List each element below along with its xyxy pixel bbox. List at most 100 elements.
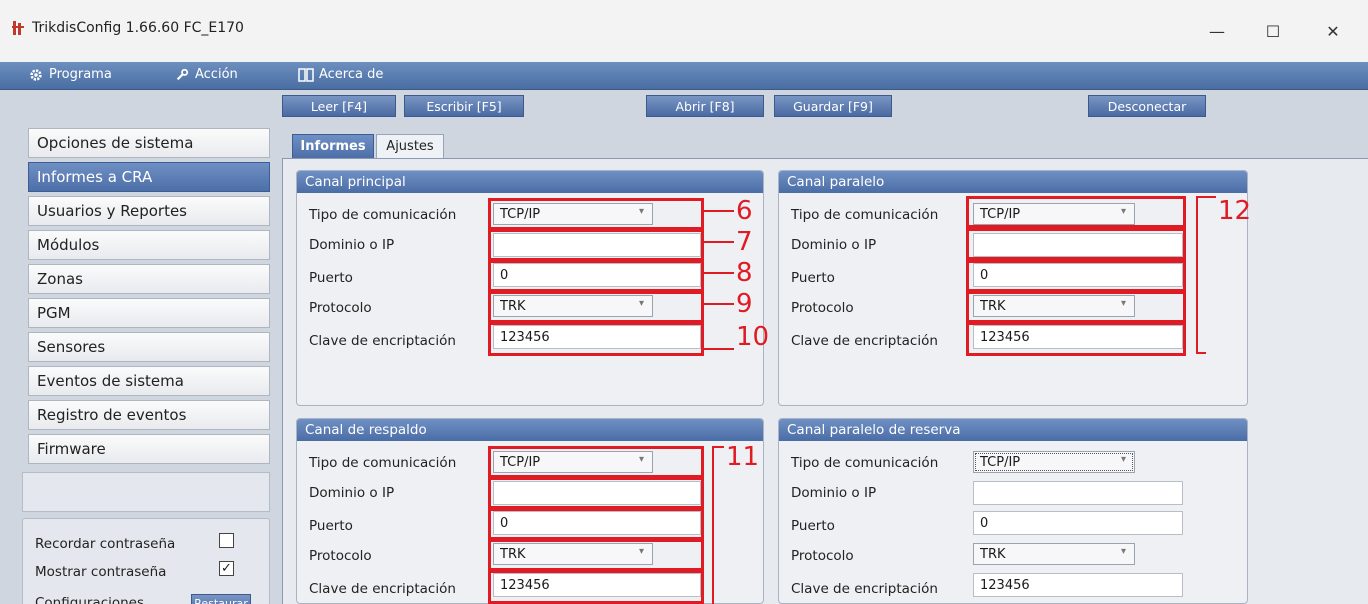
annotation-number-11: 11: [726, 442, 760, 472]
book-icon: [298, 67, 314, 82]
menu-accion-label: Acción: [195, 67, 238, 82]
tipo-value: TCP/IP: [980, 454, 1021, 470]
sidebar-item-zonas[interactable]: Zonas: [28, 264, 270, 294]
guardar-button[interactable]: Guardar [F9]: [774, 95, 892, 117]
puerto-label: Puerto: [309, 518, 353, 534]
dominio-label: Dominio o IP: [309, 485, 395, 501]
tipo-select[interactable]: TCP/IP ▾: [973, 451, 1135, 473]
annotation-box-11a: [488, 446, 704, 478]
clave-label: Clave de encriptación: [791, 581, 938, 597]
sidebar-item-modulos[interactable]: Módulos: [28, 230, 270, 260]
main-area: Leer [F4] Escribir [F5] Abrir [F8] Guard…: [0, 90, 1368, 604]
desconectar-button[interactable]: Desconectar: [1088, 95, 1206, 117]
annotation-leader: [704, 210, 734, 212]
protocolo-label: Protocolo: [791, 300, 854, 316]
menu-accion[interactable]: Acción: [174, 67, 238, 82]
annotation-box-11b: [488, 477, 704, 509]
protocolo-label: Protocolo: [791, 548, 854, 564]
annotation-box-12d: [966, 291, 1186, 323]
dominio-input[interactable]: [973, 481, 1183, 505]
annotation-box-12c: [966, 260, 1186, 292]
minimize-button[interactable]: —: [1194, 14, 1240, 48]
clave-label: Clave de encriptación: [309, 581, 456, 597]
puerto-label: Puerto: [791, 518, 835, 534]
annotation-leader: [704, 348, 734, 350]
protocolo-label: Protocolo: [309, 548, 372, 564]
leer-button[interactable]: Leer [F4]: [282, 95, 396, 117]
puerto-label: Puerto: [309, 270, 353, 286]
annotation-leader: [1206, 196, 1216, 198]
maximize-button[interactable]: ☐: [1250, 14, 1296, 48]
annotation-box-11c: [488, 508, 704, 540]
annotation-bracket: [1196, 352, 1206, 354]
annotation-bracket: [712, 446, 714, 604]
annotation-number-7: 7: [736, 227, 753, 257]
maximize-icon: ☐: [1265, 21, 1281, 41]
recordar-checkbox[interactable]: [219, 533, 234, 548]
chevron-down-icon: ▾: [1120, 454, 1126, 465]
annotation-box-12e: [966, 322, 1186, 356]
sidebar-item-eventos[interactable]: Eventos de sistema: [28, 366, 270, 396]
dominio-label: Dominio o IP: [309, 237, 395, 253]
dominio-label: Dominio o IP: [791, 237, 877, 253]
annotation-leader: [704, 272, 734, 274]
restaurar-button[interactable]: Restaurar: [191, 594, 251, 604]
sidebar-item-usuarios[interactable]: Usuarios y Reportes: [28, 196, 270, 226]
menu-programa-label: Programa: [49, 67, 112, 82]
sidebar-spacer: [22, 472, 270, 512]
annotation-box-11d: [488, 539, 704, 571]
annotation-box-12b: [966, 228, 1186, 260]
annotation-leader: [704, 303, 734, 305]
dominio-label: Dominio o IP: [791, 485, 877, 501]
sidebar-item-pgm[interactable]: PGM: [28, 298, 270, 328]
puerto-label: Puerto: [791, 270, 835, 286]
annotation-number-12: 12: [1218, 196, 1252, 226]
annotation-box-10: [488, 322, 704, 356]
tipo-label: Tipo de comunicación: [309, 455, 457, 471]
abrir-button[interactable]: Abrir [F8]: [646, 95, 764, 117]
menu-bar: Programa Acción Acerca de: [0, 62, 1368, 90]
menu-acerca-label: Acerca de: [319, 67, 384, 82]
clave-label: Clave de encriptación: [791, 333, 938, 349]
sidebar-item-registro[interactable]: Registro de eventos: [28, 400, 270, 430]
sidebar-item-opciones[interactable]: Opciones de sistema: [28, 128, 270, 158]
clave-input[interactable]: 123456: [973, 573, 1183, 597]
annotation-leader: [704, 241, 734, 243]
sidebar-item-sensores[interactable]: Sensores: [28, 332, 270, 362]
close-button[interactable]: ✕: [1310, 14, 1356, 48]
escribir-button[interactable]: Escribir [F5]: [404, 95, 524, 117]
app-logo-icon: [12, 21, 24, 35]
chevron-down-icon: ▾: [1120, 546, 1126, 557]
menu-programa[interactable]: Programa: [28, 67, 112, 82]
protocolo-select[interactable]: TRK ▾: [973, 543, 1135, 565]
clave-label: Clave de encriptación: [309, 333, 456, 349]
sidebar-item-firmware[interactable]: Firmware: [28, 434, 270, 464]
options-box: Recordar contraseña Mostrar contraseña ✓…: [22, 518, 270, 604]
recordar-label: Recordar contraseña: [35, 536, 176, 552]
panel-title: Canal paralelo de reserva: [779, 419, 1247, 441]
tipo-label: Tipo de comunicación: [309, 207, 457, 223]
title-bar: TrikdisConfig 1.66.60 FC_E170 — ☐ ✕: [0, 0, 1368, 62]
panel-title: Canal paralelo: [779, 171, 1247, 193]
mostrar-checkbox[interactable]: ✓: [219, 561, 234, 576]
panel-title: Canal de respaldo: [297, 419, 763, 441]
tipo-label: Tipo de comunicación: [791, 455, 939, 471]
tab-ajustes[interactable]: Ajustes: [376, 134, 444, 158]
panel-title: Canal principal: [297, 171, 763, 193]
annotation-box-6: [488, 198, 704, 230]
annotation-number-10: 10: [736, 322, 770, 352]
annotation-box-8: [488, 260, 704, 292]
protocolo-label: Protocolo: [309, 300, 372, 316]
annotation-box-12a: [966, 196, 1186, 228]
window-title: TrikdisConfig 1.66.60 FC_E170: [32, 20, 244, 36]
tab-informes[interactable]: Informes: [292, 134, 374, 158]
menu-acerca[interactable]: Acerca de: [298, 67, 383, 82]
annotation-box-11e: [488, 570, 704, 604]
annotation-box-7: [488, 229, 704, 261]
sidebar-item-informes-cra[interactable]: Informes a CRA: [28, 162, 270, 192]
puerto-input[interactable]: 0: [973, 511, 1183, 535]
minimize-icon: —: [1209, 21, 1225, 41]
annotation-box-9: [488, 291, 704, 323]
panel-canal-paralelo-reserva: Canal paralelo de reserva Tipo de comuni…: [778, 418, 1248, 604]
annotation-bracket: [712, 446, 724, 448]
